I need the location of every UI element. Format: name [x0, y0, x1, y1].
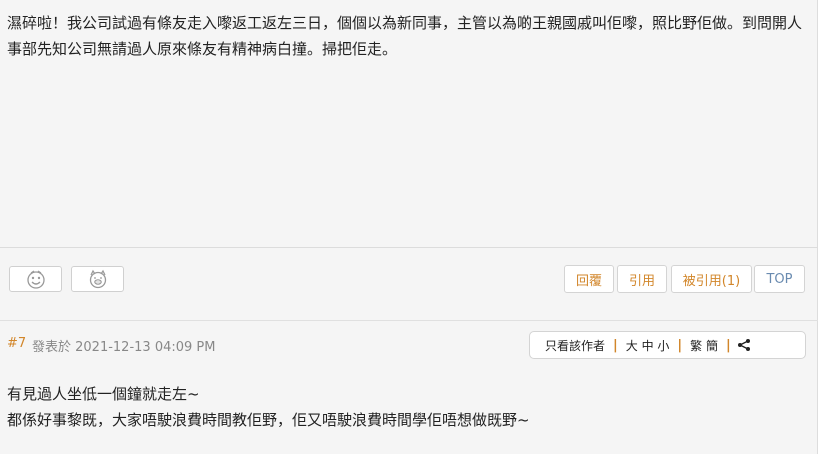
reply-button[interactable]: 回覆 — [564, 265, 614, 293]
posted-timestamp: 發表於 2021-12-13 04:09 PM — [32, 340, 216, 355]
post-6-text: 濕碎啦！我公司試過有條友走入嚟返工返左三日，個個以為新同事，主管以為啲王親國戚叫… — [7, 14, 803, 58]
font-size-links[interactable]: 大 中 小 — [618, 337, 678, 354]
share-icon[interactable] — [737, 338, 751, 352]
smiley-face-icon — [26, 270, 45, 289]
post-7-text: 有見過人坐低一個鐘就走左~ 都係好事黎既，大家唔駛浪費時間教佢野，佢又唔駛浪費時… — [7, 381, 530, 433]
top-button[interactable]: TOP — [754, 265, 805, 293]
quote-button[interactable]: 引用 — [617, 265, 667, 293]
post-7: #7 發表於 2021-12-13 04:09 PM 只看該作者 | 大 中 小… — [0, 321, 818, 454]
quoted-count-button[interactable]: 被引用(1) — [671, 265, 752, 293]
post-toolbar: 只看該作者 | 大 中 小 | 繁 簡 | — [529, 331, 806, 359]
toolbar-separator: | — [725, 337, 731, 353]
author-only-link[interactable]: 只看該作者 — [530, 337, 613, 354]
post-6-body: 濕碎啦！我公司試過有條友走入嚟返工返左三日，個個以為新同事，主管以為啲王親國戚叫… — [0, 0, 818, 247]
post-7-line: 都係好事黎既，大家唔駛浪費時間教佢野，佢又唔駛浪費時間學佢唔想做既野~ — [7, 411, 530, 429]
script-toggle-links[interactable]: 繁 簡 — [682, 337, 726, 354]
react-pig-button[interactable] — [71, 266, 124, 292]
pig-face-icon — [89, 269, 106, 289]
floor-number[interactable]: #7 — [7, 336, 26, 351]
react-smiley-button[interactable] — [9, 266, 62, 292]
post-6-action-bar: 回覆 引用 被引用(1) TOP — [0, 248, 818, 320]
post-7-line: 有見過人坐低一個鐘就走左~ — [7, 385, 200, 403]
